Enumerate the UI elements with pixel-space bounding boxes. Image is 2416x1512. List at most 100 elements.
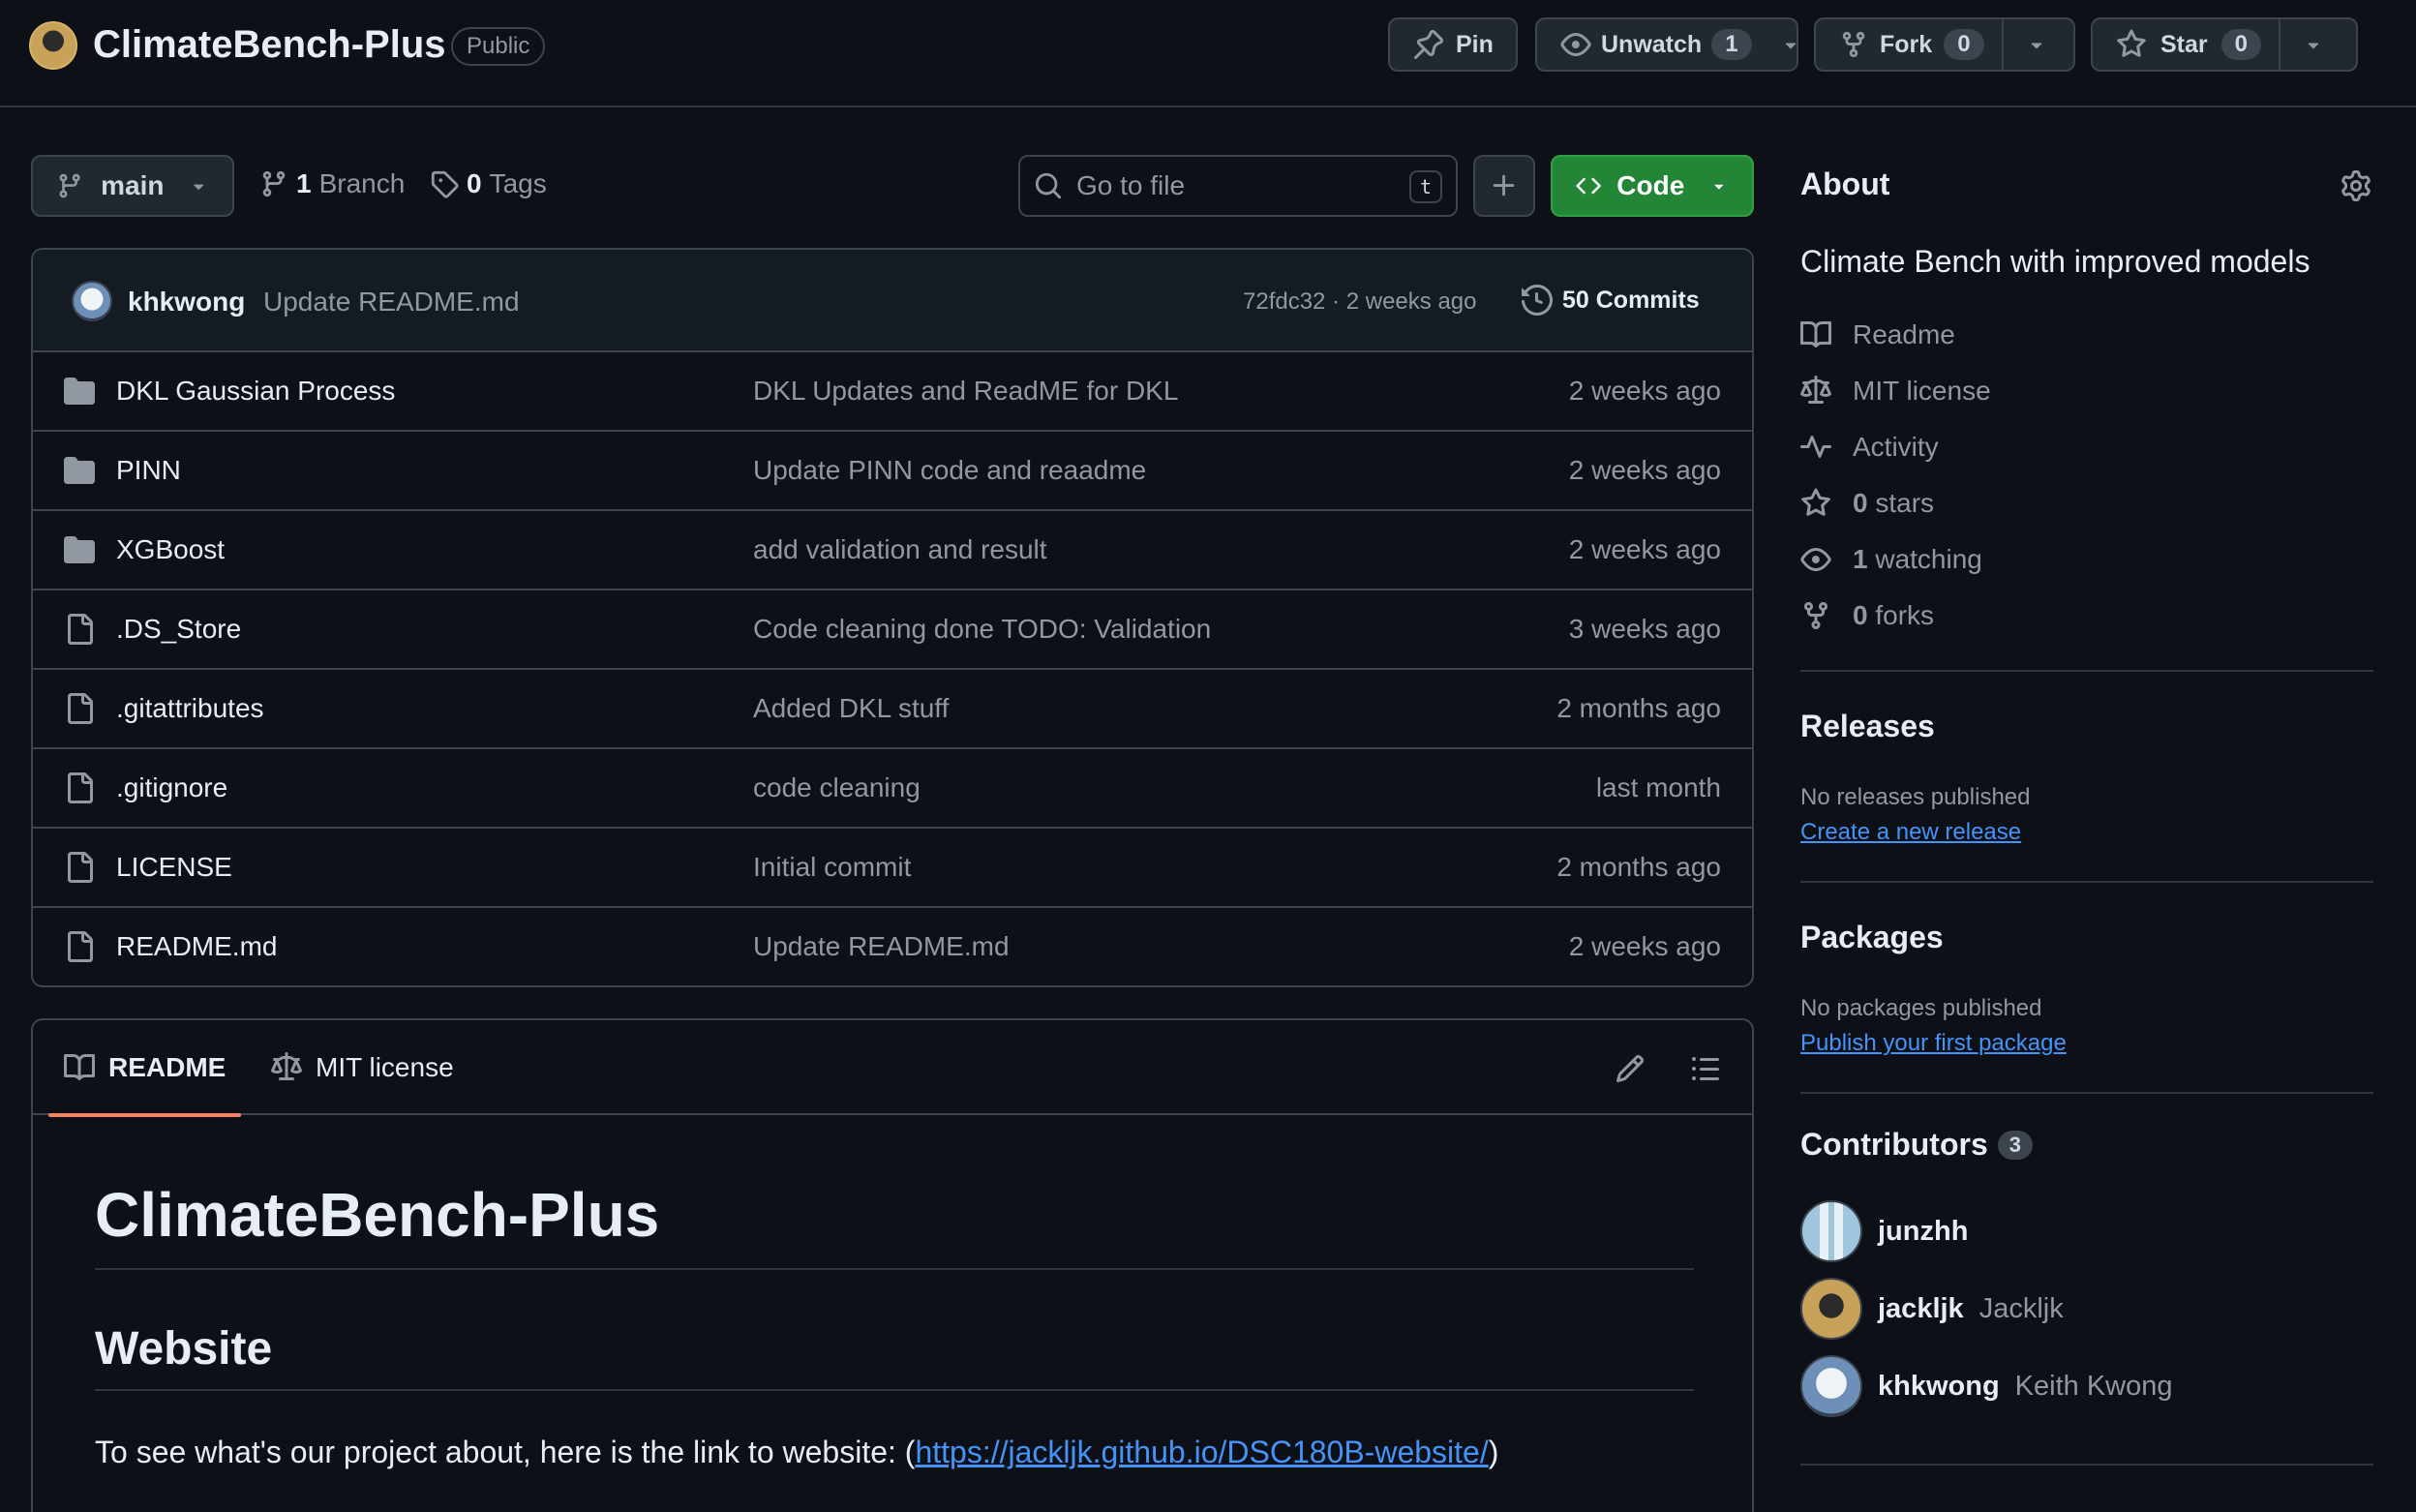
- file-name[interactable]: XGBoost: [116, 534, 225, 565]
- tab-readme[interactable]: README: [47, 1020, 242, 1117]
- file-commit-message[interactable]: Added DKL stuff: [753, 693, 949, 724]
- contributors-count: 3: [1997, 1130, 2033, 1160]
- file-row[interactable]: PINN Update PINN code and reaadme 2 week…: [33, 432, 1752, 511]
- about-watching-link[interactable]: 1 watching: [1800, 544, 1982, 575]
- file-commit-message[interactable]: Update PINN code and reaadme: [753, 455, 1146, 486]
- gear-icon[interactable]: [2340, 170, 2371, 201]
- releases-heading[interactable]: Releases: [1800, 709, 1935, 744]
- author-avatar[interactable]: [72, 281, 112, 321]
- chevron-down-icon: [193, 184, 203, 191]
- branch-name: main: [101, 170, 165, 200]
- file-name[interactable]: .DS_Store: [116, 614, 241, 645]
- book-icon: [64, 1053, 95, 1080]
- commit-author[interactable]: khkwong: [128, 287, 245, 318]
- file-commit-date: 2 weeks ago: [1568, 455, 1721, 485]
- about-license-link[interactable]: MIT license: [1800, 376, 1991, 407]
- file-commit-message[interactable]: add validation and result: [753, 534, 1047, 565]
- tags-label: Tags: [489, 168, 547, 198]
- file-commit-date: 3 weeks ago: [1568, 614, 1721, 644]
- folder-icon: [64, 457, 95, 484]
- packages-heading[interactable]: Packages: [1800, 920, 1944, 955]
- file-name[interactable]: README.md: [116, 931, 277, 962]
- file-commit-date: 2 weeks ago: [1568, 931, 1721, 961]
- readme-panel: README MIT license ClimateBench-Plus Web…: [31, 1018, 1754, 1512]
- unwatch-button[interactable]: Unwatch 1: [1535, 17, 1798, 72]
- website-link[interactable]: https://jackljk.github.io/DSC180B-websit…: [915, 1435, 1488, 1469]
- about-forks-link[interactable]: 0 forks: [1800, 600, 1934, 631]
- branch-icon: [59, 173, 80, 198]
- code-icon: [1576, 177, 1601, 195]
- readme-paragraph: To see what's our project about, here is…: [95, 1435, 1498, 1470]
- publish-package-link[interactable]: Publish your first package: [1800, 1030, 2067, 1057]
- file-icon: [68, 693, 93, 724]
- create-release-link[interactable]: Create a new release: [1800, 819, 2021, 846]
- file-name[interactable]: DKL Gaussian Process: [116, 376, 395, 407]
- fork-icon: [1804, 602, 1827, 630]
- branches-link[interactable]: 1 Branch: [259, 168, 405, 199]
- about-license-label: MIT license: [1853, 376, 1991, 406]
- visibility-badge: Public: [451, 27, 546, 66]
- repo-title[interactable]: ClimateBench-Plus: [93, 23, 446, 67]
- code-button[interactable]: Code: [1551, 155, 1754, 217]
- list-icon[interactable]: [1690, 1053, 1721, 1084]
- commits-link[interactable]: 50 Commits: [1522, 285, 1700, 316]
- search-icon: [1035, 172, 1062, 199]
- pencil-icon[interactable]: [1615, 1053, 1646, 1084]
- chevron-down-icon[interactable]: [2302, 33, 2325, 56]
- watching-count: 1: [1853, 544, 1868, 574]
- chevron-down-icon[interactable]: [1779, 33, 1802, 56]
- avatar[interactable]: [1800, 1355, 1862, 1417]
- contributor-item[interactable]: jackljk Jackljk: [1800, 1278, 2064, 1340]
- contributor-login[interactable]: junzhh: [1878, 1216, 1968, 1248]
- file-row[interactable]: DKL Gaussian Process DKL Updates and Rea…: [33, 352, 1752, 432]
- about-activity-link[interactable]: Activity: [1800, 432, 1939, 463]
- owner-avatar[interactable]: [29, 21, 77, 70]
- tab-license[interactable]: MIT license: [271, 1020, 454, 1115]
- file-commit-message[interactable]: Initial commit: [753, 852, 911, 883]
- about-heading: About: [1800, 166, 1890, 201]
- file-browser: khkwong Update README.md 72fdc32 · 2 wee…: [31, 248, 1754, 987]
- contributor-name: Jackljk: [1978, 1292, 2064, 1324]
- sidebar-divider: [1800, 670, 2373, 672]
- file-commit-message[interactable]: code cleaning: [753, 772, 921, 803]
- about-readme-link[interactable]: Readme: [1800, 319, 1955, 350]
- forks-label: forks: [1875, 600, 1935, 630]
- branches-label: Branch: [318, 168, 406, 198]
- about-stars-link[interactable]: 0 stars: [1800, 488, 1934, 519]
- star-button[interactable]: Star 0: [2091, 17, 2358, 72]
- commit-sha-time[interactable]: 72fdc32 · 2 weeks ago: [1243, 288, 1477, 316]
- add-file-button[interactable]: [1473, 155, 1535, 217]
- chevron-down-icon[interactable]: [2025, 33, 2048, 56]
- file-name[interactable]: .gitattributes: [116, 693, 264, 724]
- contributor-item[interactable]: junzhh: [1800, 1200, 1983, 1262]
- branch-selector[interactable]: main: [31, 155, 234, 217]
- file-row[interactable]: LICENSE Initial commit 2 months ago: [33, 829, 1752, 908]
- file-commit-date: 2 months ago: [1556, 693, 1721, 723]
- file-commit-message[interactable]: Update README.md: [753, 931, 1010, 962]
- law-icon: [271, 1052, 302, 1080]
- file-name[interactable]: PINN: [116, 455, 181, 486]
- fork-button[interactable]: Fork 0: [1814, 17, 2075, 72]
- file-name[interactable]: LICENSE: [116, 852, 232, 883]
- avatar[interactable]: [1800, 1278, 1862, 1340]
- file-commit-message[interactable]: Code cleaning done TODO: Validation: [753, 614, 1211, 645]
- file-row[interactable]: README.md Update README.md 2 weeks ago: [33, 908, 1752, 985]
- contributors-header[interactable]: Contributors 3: [1800, 1127, 2033, 1163]
- go-to-file-input[interactable]: Go to file t: [1018, 155, 1458, 217]
- file-row[interactable]: .DS_Store Code cleaning done TODO: Valid…: [33, 590, 1752, 670]
- contributor-login[interactable]: jackljk: [1878, 1293, 1964, 1325]
- readme-paragraph-text: To see what's our project about, here is…: [95, 1435, 916, 1469]
- file-row[interactable]: .gitignore code cleaning last month: [33, 749, 1752, 829]
- commit-message[interactable]: Update README.md: [263, 287, 520, 318]
- avatar[interactable]: [1800, 1200, 1862, 1262]
- file-name[interactable]: .gitignore: [116, 772, 227, 803]
- contributor-item[interactable]: khkwong Keith Kwong: [1800, 1355, 2173, 1417]
- file-row[interactable]: .gitattributes Added DKL stuff 2 months …: [33, 670, 1752, 749]
- book-icon: [1800, 320, 1831, 348]
- code-label: Code: [1616, 170, 1685, 200]
- file-row[interactable]: XGBoost add validation and result 2 week…: [33, 511, 1752, 590]
- pin-button[interactable]: Pin: [1388, 17, 1518, 72]
- file-commit-message[interactable]: DKL Updates and ReadME for DKL: [753, 376, 1178, 407]
- tags-link[interactable]: 0 Tags: [430, 168, 547, 199]
- contributor-login[interactable]: khkwong: [1878, 1371, 2000, 1403]
